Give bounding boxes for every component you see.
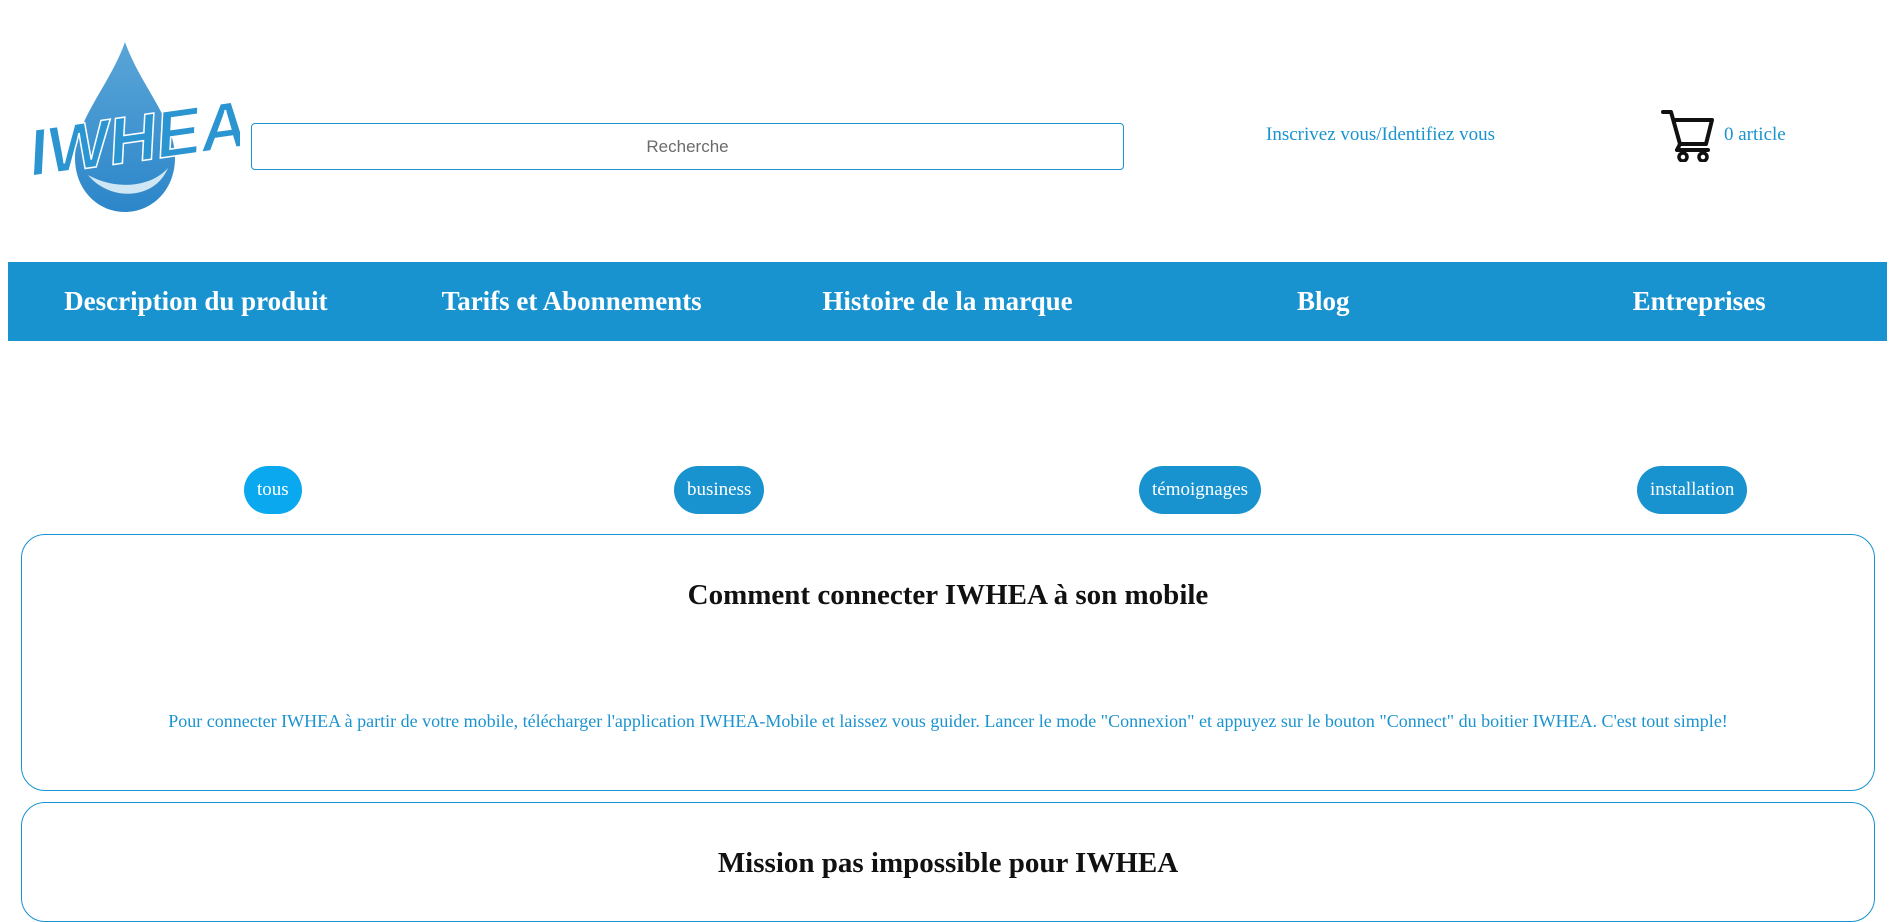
iwhea-logo[interactable]: IWHEA	[30, 40, 240, 215]
article-title: Comment connecter IWHEA à son mobile	[687, 579, 1209, 611]
nav-item-description[interactable]: Description du produit	[8, 262, 384, 341]
article-card[interactable]: Mission pas impossible pour IWHEA	[21, 802, 1875, 922]
filter-installation[interactable]: installation	[1637, 466, 1748, 514]
article-body: Pour connecter IWHEA à partir de votre m…	[168, 711, 1728, 731]
site-header: IWHEA Inscrivez vous/Identifiez vous 0 a…	[0, 0, 1890, 262]
article-card[interactable]: Comment connecter IWHEA à son mobile Pou…	[21, 534, 1875, 791]
nav-item-pricing[interactable]: Tarifs et Abonnements	[384, 262, 760, 341]
nav-item-brand-history[interactable]: Histoire de la marque	[760, 262, 1136, 341]
nav-item-business[interactable]: Entreprises	[1511, 262, 1887, 341]
filter-temoignages[interactable]: témoignages	[1139, 466, 1262, 514]
main-navigation: Description du produit Tarifs et Abonnem…	[8, 262, 1887, 341]
login-register-link[interactable]: Inscrivez vous/Identifiez vous	[1266, 124, 1495, 146]
nav-item-blog[interactable]: Blog	[1135, 262, 1511, 341]
filter-business[interactable]: business	[674, 466, 765, 514]
filter-tous[interactable]: tous	[244, 466, 302, 514]
shopping-cart-icon[interactable]	[1660, 106, 1714, 162]
article-title: Mission pas impossible pour IWHEA	[717, 847, 1179, 879]
svg-text:IWHEA: IWHEA	[30, 86, 240, 190]
cart-count[interactable]: 0 article	[1724, 124, 1786, 146]
search-input[interactable]	[251, 123, 1124, 170]
